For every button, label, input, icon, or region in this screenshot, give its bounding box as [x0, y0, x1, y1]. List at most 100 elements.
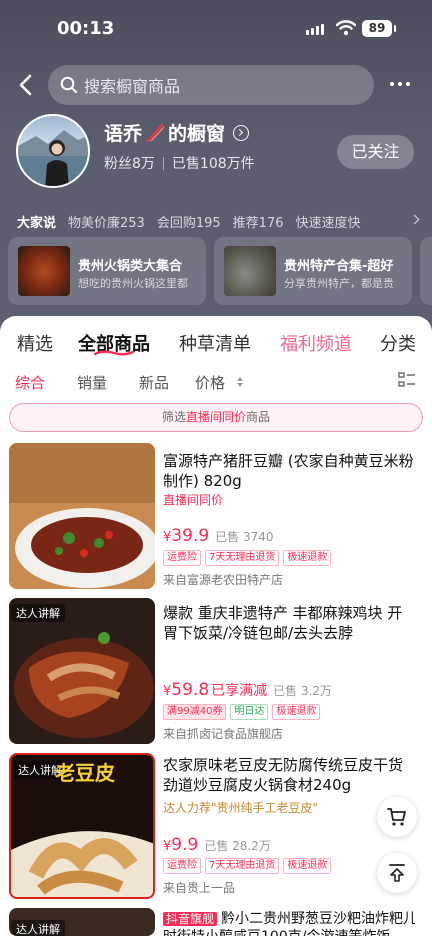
active-tab-indicator [94, 350, 134, 356]
shop-stats: 粉丝8万 已售108万件 [104, 153, 255, 173]
tab-welfare[interactable]: 福利频道 [280, 330, 352, 356]
sort-comprehensive[interactable]: 综合 [15, 372, 45, 393]
explain-badge: 达人讲解 [11, 920, 65, 936]
product-title-line2: 时街特小醇咸豆100克/今游速等炸饭 [163, 928, 415, 936]
product-image[interactable]: 达人讲解 老豆皮 [9, 753, 155, 899]
product-shop[interactable]: 来自贵上一品 [163, 879, 235, 896]
review-tag: 推荐176 [232, 216, 284, 230]
product-card[interactable]: 富源特产猪肝豆瓣 (农家自种黄豆米粉制作) 820g 直播间同价 ¥39.9 已售… [0, 443, 432, 593]
tag: 极速退款 [283, 550, 332, 566]
tag: 极速退款 [283, 858, 332, 874]
filter-suffix: 商品 [246, 410, 271, 424]
shop-title[interactable]: 语乔 的橱窗 [104, 119, 250, 146]
collection-card-peek[interactable] [420, 237, 432, 305]
tab-recommend-list[interactable]: 种草清单 [179, 330, 251, 356]
product-title[interactable]: 富源特产猪肝豆瓣 (农家自种黄豆米粉制作) 820g [163, 451, 415, 491]
cart-button[interactable] [377, 797, 417, 837]
sort-new[interactable]: 新品 [139, 372, 169, 393]
tag: 运费险 [163, 858, 201, 874]
tag: 运费险 [163, 550, 201, 566]
back-to-top-button[interactable] [377, 853, 417, 893]
product-subtitle: 直播间同价 [163, 493, 224, 507]
product-card[interactable]: 达人讲解 抖音旗舰黔小二贵州野葱豆沙粑油炸粑儿 时街特小醇咸豆100克/今游速等… [0, 908, 432, 936]
product-card[interactable]: 达人讲解 爆款 重庆非遗特产 丰都麻辣鸡块 开胃下饭菜/冷链包邮/去头去脖 ¥5… [0, 598, 432, 748]
sort-bar: 综合 销量 新品 价格 [0, 372, 432, 394]
product-title[interactable]: 抖音旗舰 黔小二贵州野葱豆沙粑油炸粑儿 [163, 910, 415, 928]
filter-highlight: 直播间同价 [185, 410, 246, 424]
price-value: 9.9 [171, 835, 199, 855]
price-value: 59.8 [171, 680, 210, 700]
avatar[interactable] [16, 114, 90, 188]
tag: 满99减40券 [163, 704, 227, 720]
tag: 明日达 [230, 704, 269, 720]
top-bar: 搜索橱窗商品 [0, 64, 432, 106]
product-card[interactable]: 达人讲解 老豆皮 农家原味老豆皮无防腐传统豆皮干货劲道炒豆腐皮火锅食材240g … [0, 753, 432, 903]
collection-card[interactable]: 贵州火锅类大集合 想吃的贵州火锅这里都 [8, 237, 206, 305]
sold-count: 已售108万件 [171, 156, 255, 172]
product-subtitle: 达人力荐"贵州纯手工老豆皮" [163, 801, 319, 815]
product-shop[interactable]: 来自抓卤记食品旗舰店 [163, 725, 283, 742]
sold-count: 已售 28.2万 [204, 839, 271, 853]
explain-badge: 达人讲解 [11, 604, 65, 622]
sort-sales[interactable]: 销量 [77, 372, 107, 393]
collection-desc: 想吃的贵州火锅这里都 [78, 277, 188, 290]
product-title[interactable]: 农家原味老豆皮无防腐传统豆皮干货劲道炒豆腐皮火锅食材240g [163, 755, 415, 795]
collection-thumbnail [224, 246, 276, 296]
tab-category[interactable]: 分类 [380, 330, 416, 356]
collection-thumbnail [18, 246, 70, 296]
product-image[interactable] [9, 443, 155, 589]
chevron-right-icon [233, 124, 250, 141]
product-tags: 运费险 7天无理由退货 极速退款 [163, 550, 332, 566]
discount-label: 已享满减 [211, 683, 268, 699]
slash-emoji-icon [146, 123, 165, 142]
review-tag: 物美价廉253 [68, 216, 145, 230]
review-tag: 快速速度快 [295, 216, 361, 230]
filter-prefix: 筛选 [161, 410, 186, 424]
product-price: ¥39.9 已售 3740 [163, 526, 274, 546]
cart-icon [387, 808, 406, 826]
product-price: ¥59.8 已享满减 已售 3.2万 [163, 680, 332, 700]
search-input[interactable]: 搜索橱窗商品 [48, 65, 374, 105]
tag: 7天无理由退货 [205, 858, 280, 874]
sold-count: 已售 3.2万 [273, 684, 333, 698]
product-title[interactable]: 爆款 重庆非遗特产 丰都麻辣鸡块 开胃下饭菜/冷链包邮/去头去脖 [163, 603, 415, 643]
product-image[interactable]: 达人讲解 [9, 908, 155, 936]
product-shop[interactable]: 来自富源老农田特产店 [163, 571, 283, 588]
shop-name: 语乔 [104, 123, 143, 145]
live-price-filter[interactable]: 筛选直播间同价商品 [9, 403, 423, 432]
product-tags: 运费险 7天无理由退货 极速退款 [163, 858, 332, 874]
sort-arrows-icon [237, 377, 243, 387]
collection-title: 贵州特产合集-超好 [284, 259, 394, 274]
battery-icon: 89 [362, 20, 396, 37]
follow-button[interactable]: 已关注 [337, 135, 414, 169]
back-to-top-icon [389, 864, 405, 882]
product-price: ¥9.9 已售 28.2万 [163, 835, 271, 855]
tab-featured[interactable]: 精选 [17, 330, 53, 356]
product-title-text: 黔小二贵州野葱豆沙粑油炸粑儿 [221, 911, 415, 927]
search-icon [60, 76, 77, 93]
sort-price[interactable]: 价格 [195, 372, 225, 393]
shop-name-suffix: 的橱窗 [168, 123, 226, 145]
review-tags[interactable]: 大家说 物美价廉253 会回购195 推荐176 快速速度快 [17, 212, 432, 230]
layout-toggle-icon[interactable] [398, 372, 416, 388]
collection-card[interactable]: 贵州特产合集-超好 分享贵州特产，都是贵 [214, 237, 412, 305]
wifi-icon [336, 20, 356, 36]
back-icon[interactable] [14, 72, 40, 98]
divider [162, 156, 164, 170]
category-tabs: 精选 全部商品 种草清单 福利频道 分类 [0, 330, 432, 356]
review-tag: 会回购195 [156, 216, 221, 230]
product-image[interactable]: 达人讲解 [9, 598, 155, 744]
tag: 极速退款 [272, 704, 321, 720]
review-lead: 大家说 [17, 216, 57, 230]
fans-count: 粉丝8万 [104, 156, 155, 172]
status-time: 00:13 [57, 18, 115, 39]
tag: 7天无理由退货 [205, 550, 280, 566]
signal-icon [306, 24, 324, 35]
more-icon[interactable] [390, 74, 416, 94]
flagship-tag: 抖音旗舰 [163, 912, 218, 926]
image-caption: 老豆皮 [55, 761, 115, 785]
sold-count: 已售 3740 [215, 530, 274, 544]
search-placeholder: 搜索橱窗商品 [84, 77, 181, 96]
price-value: 39.9 [171, 526, 210, 546]
price-symbol: ¥ [163, 684, 172, 699]
